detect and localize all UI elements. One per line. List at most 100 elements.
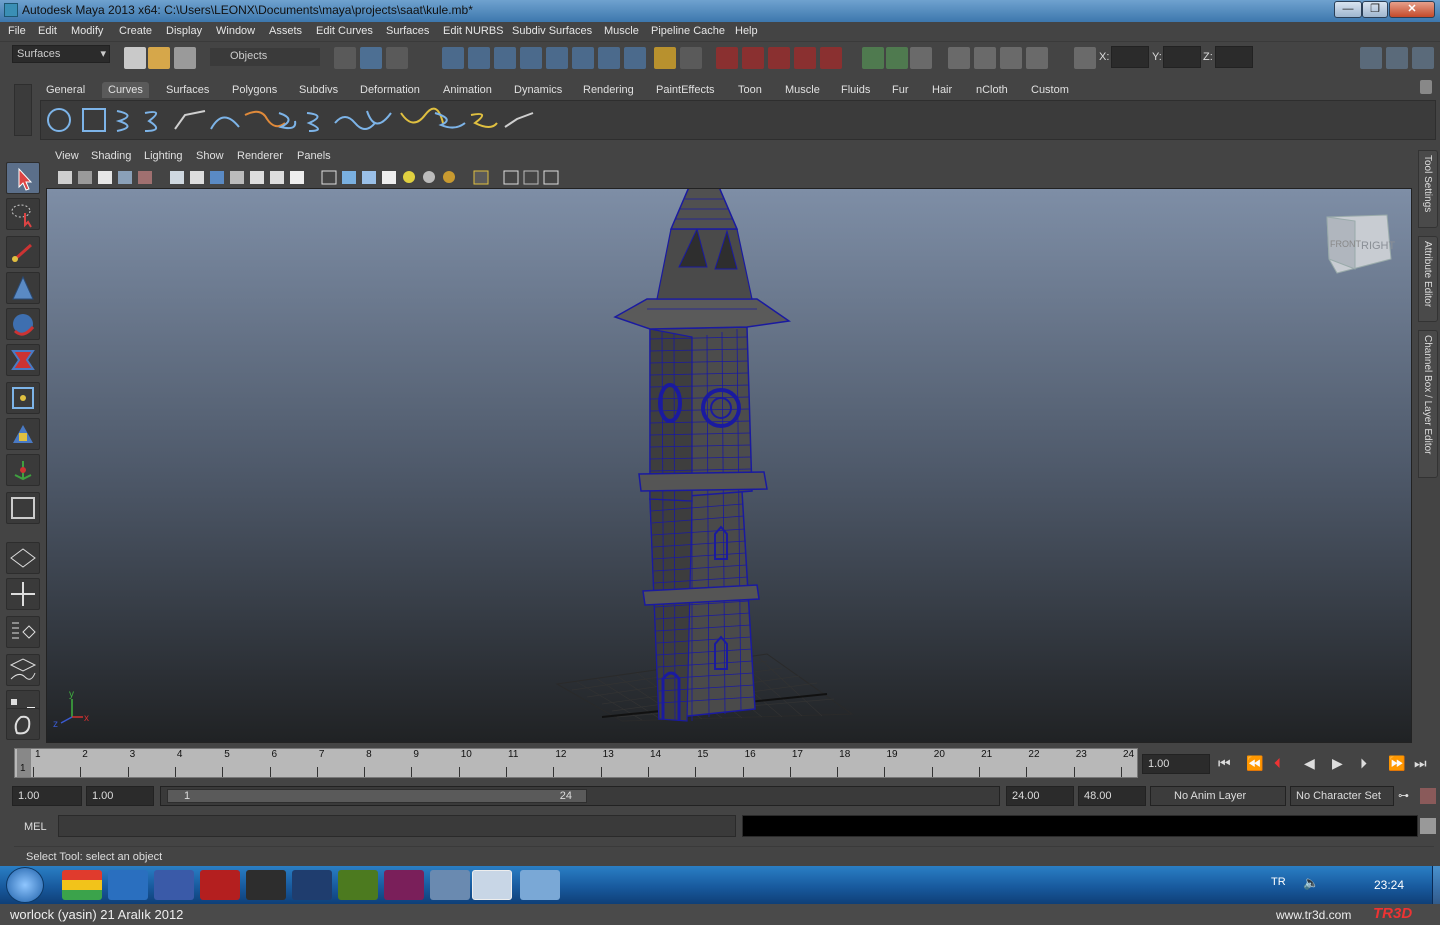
channel-box-layer-editor-tab[interactable]: Channel Box / Layer Editor (1418, 330, 1438, 478)
shelf-tab-custom[interactable]: Custom (1025, 82, 1075, 98)
snap-point-icon[interactable] (494, 47, 516, 69)
paint-select-tool-icon[interactable] (6, 236, 40, 268)
x-field[interactable] (1111, 46, 1149, 68)
panel-menu-panels[interactable]: Panels (297, 150, 331, 162)
shelf-tab-deformation[interactable]: Deformation (354, 82, 426, 98)
shelf-tab-polygons[interactable]: Polygons (226, 82, 283, 98)
hypershade-toggle-icon[interactable] (6, 708, 40, 740)
gate-mask-icon[interactable] (230, 171, 244, 184)
panel-menu-shading[interactable]: Shading (91, 150, 131, 162)
layout-graph-persp-icon[interactable] (6, 654, 40, 686)
preferences-icon[interactable] (1420, 788, 1436, 804)
shelf-tab-rendering[interactable]: Rendering (577, 82, 640, 98)
taskbar-photoshop-icon[interactable] (292, 870, 332, 900)
pick-mask-icon[interactable] (572, 47, 594, 69)
shelf-tab-ncloth[interactable]: nCloth (970, 82, 1014, 98)
shelf-tab-general[interactable]: General (40, 82, 91, 98)
menuset-dropdown[interactable]: Surfaces ▾ (12, 45, 110, 63)
new-scene-icon[interactable] (124, 47, 146, 69)
select-hierarchy-icon[interactable] (334, 47, 356, 69)
bookmarks-icon[interactable] (98, 171, 112, 184)
menu-surfaces[interactable]: Surfaces (386, 25, 429, 37)
safe-action-icon[interactable] (270, 171, 284, 184)
ipr-render-icon[interactable] (1000, 47, 1022, 69)
clock-tower-wireframe-model[interactable] (613, 189, 792, 722)
play-forwards-icon[interactable]: ▶ (1332, 755, 1343, 772)
selection-mode-dropdown[interactable]: Objects (210, 48, 320, 66)
output-ops-icon[interactable] (886, 47, 908, 69)
layout-four-panes-icon[interactable] (6, 578, 40, 610)
taskbar-paint-icon[interactable] (430, 870, 470, 900)
toggle-channel-box-icon[interactable] (1412, 47, 1434, 69)
attribute-editor-tab[interactable]: Attribute Editor (1418, 236, 1438, 322)
script-editor-icon[interactable] (1420, 818, 1436, 834)
make-live-icon[interactable] (546, 47, 568, 69)
anim-layer-dropdown[interactable]: No Anim Layer (1150, 786, 1286, 806)
pencil-curve-tool-icon[interactable] (174, 110, 206, 130)
lock-icon[interactable] (654, 47, 676, 69)
construction-history-icon[interactable] (716, 47, 738, 69)
scale-tool-icon[interactable] (6, 344, 40, 376)
rotate-tool-icon[interactable] (6, 308, 40, 340)
menu-pipeline-cache[interactable]: Pipeline Cache (651, 25, 725, 37)
render-current-frame-icon[interactable] (974, 47, 996, 69)
menu-help[interactable]: Help (735, 25, 758, 37)
end-time-field[interactable]: 48.00 (1078, 786, 1146, 806)
camera-attributes-icon[interactable] (78, 171, 92, 184)
menu-edit[interactable]: Edit (38, 25, 57, 37)
range-slider-handle[interactable]: 1 24 (167, 789, 587, 803)
smooth-shade-icon[interactable] (342, 171, 356, 184)
highlight-selection-icon[interactable] (680, 47, 702, 69)
character-set-dropdown[interactable]: No Character Set (1290, 786, 1394, 806)
close-button[interactable]: ✕ (1389, 1, 1435, 18)
snap-view-plane-icon[interactable] (520, 47, 542, 69)
default-lighting-icon[interactable] (403, 171, 415, 183)
project-tangent-icon[interactable] (504, 112, 534, 128)
tool-settings-tab[interactable]: Tool Settings (1418, 150, 1438, 228)
language-indicator[interactable]: TR (1271, 876, 1286, 888)
playback-start-field[interactable]: 1.00 (86, 786, 154, 806)
curve-editing-tool-icon[interactable] (470, 113, 498, 128)
offset-curve-icon[interactable] (366, 110, 392, 125)
go-to-end-icon[interactable]: ⏭ (1414, 755, 1427, 772)
layout-outliner-persp-icon[interactable] (6, 616, 40, 648)
two-d-pan-zoom-icon[interactable] (138, 171, 152, 184)
taskbar-explorer-icon[interactable] (520, 870, 560, 900)
safe-title-icon[interactable] (290, 171, 304, 184)
film-gate-icon[interactable] (190, 171, 204, 184)
select-tool-icon[interactable] (6, 162, 40, 194)
xray-active-components-icon[interactable] (543, 170, 559, 185)
textured-icon[interactable] (382, 171, 396, 184)
shelf-tab-surfaces[interactable]: Surfaces (160, 82, 215, 98)
panel-menu-lighting[interactable]: Lighting (144, 150, 183, 162)
menu-assets[interactable]: Assets (269, 25, 302, 37)
soft-modification-icon[interactable] (6, 418, 40, 450)
detach-curves-icon[interactable] (278, 112, 297, 130)
key-icon[interactable]: ⊶ (1398, 789, 1409, 802)
menu-subdiv-surfaces[interactable]: Subdiv Surfaces (512, 25, 592, 37)
menu-edit-curves[interactable]: Edit Curves (316, 25, 373, 37)
move-tool-icon[interactable] (6, 272, 40, 304)
taskbar-clock[interactable]: 23:24 (1374, 878, 1404, 892)
y-field[interactable] (1163, 46, 1201, 68)
extend-curve-icon[interactable] (334, 116, 376, 130)
toggle-tool-settings-icon[interactable] (1386, 47, 1408, 69)
panel-menu-view[interactable]: View (55, 150, 79, 162)
show-desktop-button[interactable] (1432, 866, 1440, 904)
shadows-icon[interactable] (443, 171, 455, 183)
shelf-tab-toon[interactable]: Toon (732, 82, 768, 98)
mel-label[interactable]: MEL (24, 821, 47, 833)
arc-tool-icon[interactable] (210, 116, 240, 130)
shelf-tab-fur[interactable]: Fur (886, 82, 915, 98)
taskbar-maya-icon[interactable] (472, 870, 512, 900)
render-settings-icon[interactable] (1026, 47, 1048, 69)
time-slider[interactable]: 1 1 2 3 4 5 6 7 8 9 10 11 12 13 14 15 16 17 18 19 20 21 22 23 2… (14, 748, 1138, 778)
step-forward-key-icon[interactable]: ⏩ (1388, 755, 1405, 772)
toggle-attribute-editor-icon[interactable] (1360, 47, 1382, 69)
resolution-gate-icon[interactable] (210, 171, 224, 184)
add-points-icon[interactable] (434, 112, 466, 129)
shelf-menu-handle[interactable] (14, 84, 32, 136)
step-forward-frame-icon[interactable]: ⏵ (1360, 755, 1367, 772)
snap-live-icon[interactable] (768, 47, 790, 69)
snap-together-icon[interactable] (742, 47, 764, 69)
